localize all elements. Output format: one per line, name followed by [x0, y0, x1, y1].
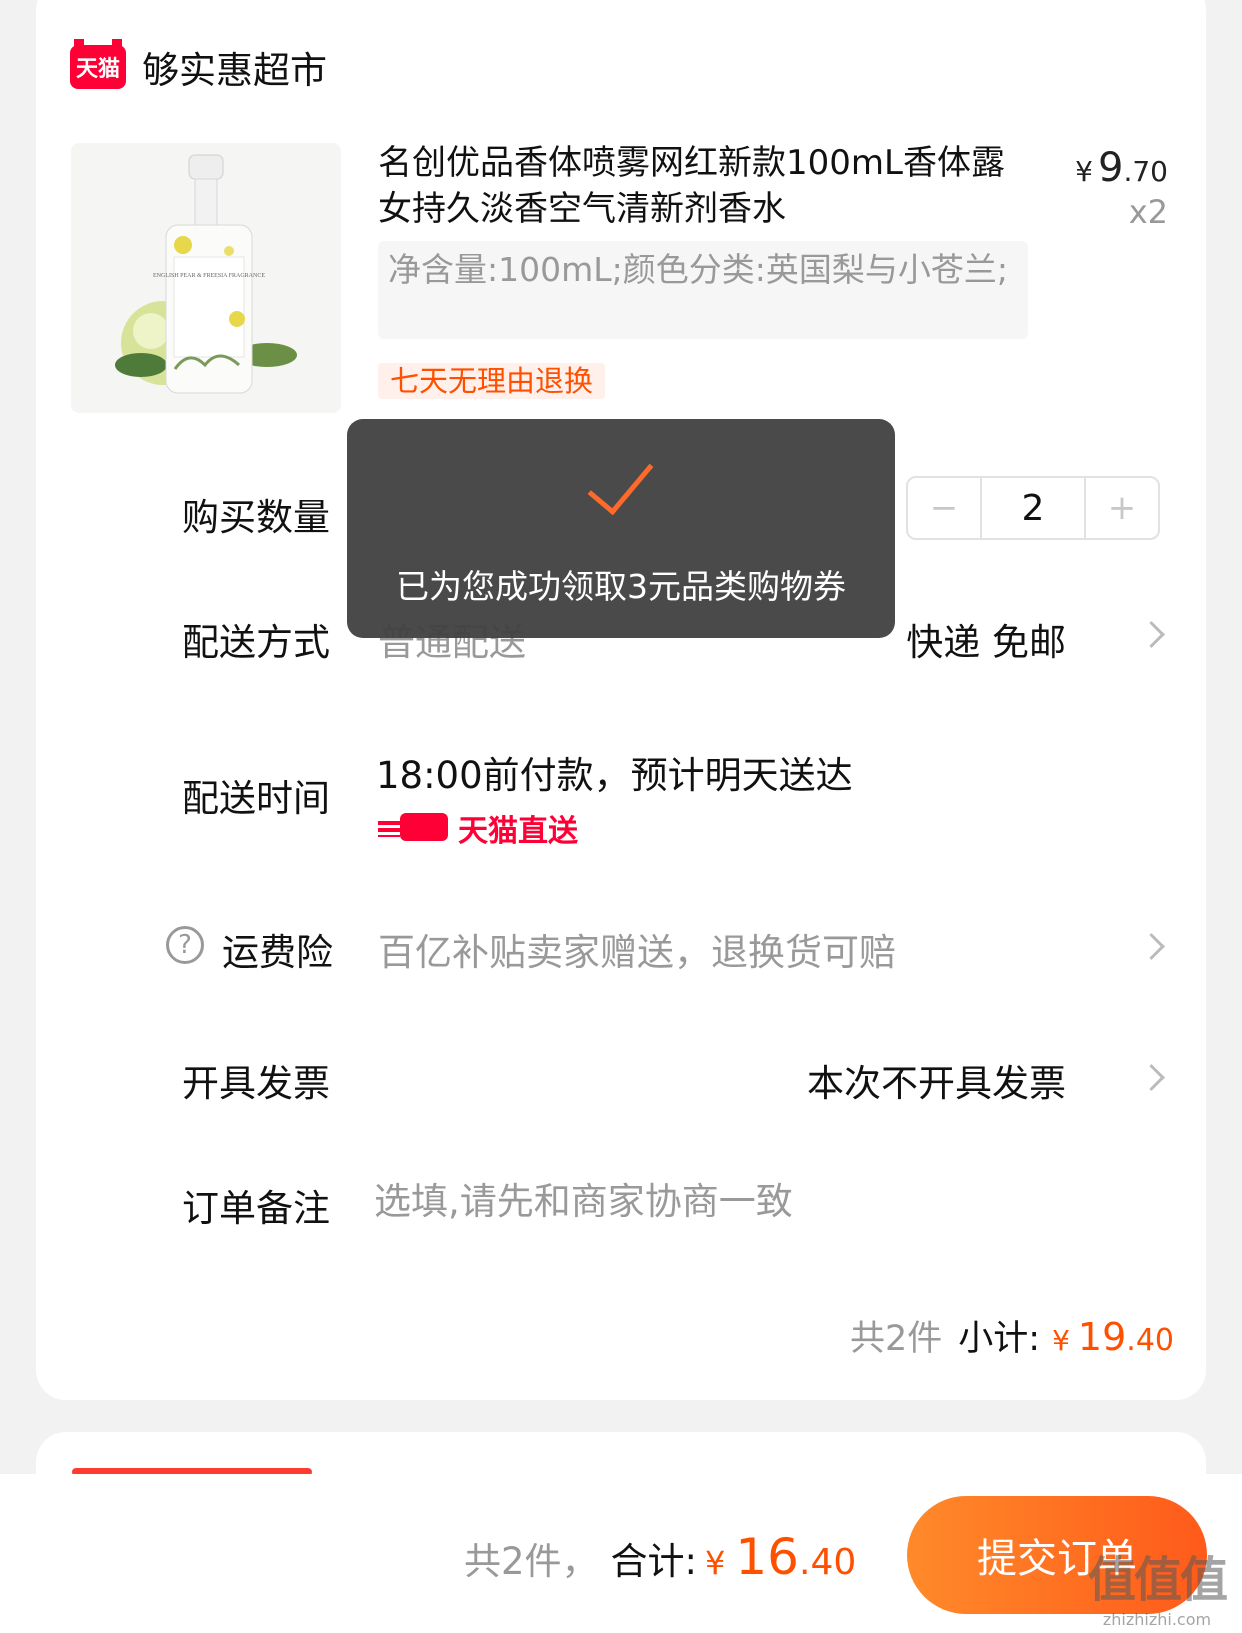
shipping-label: 配送方式 [182, 621, 330, 664]
watermark: 值值值 zhizhizhi.com [1087, 1540, 1228, 1629]
total-label: 合计: [610, 1540, 698, 1583]
quantity-increase-button[interactable]: + [1086, 478, 1158, 538]
help-icon[interactable]: ? [166, 926, 204, 964]
total-count: 共2件， [464, 1540, 599, 1583]
return-policy-badge: 七天无理由退换 [378, 363, 606, 399]
product-title[interactable]: 名创优品香体喷雾网红新款100mL香体露女持久淡香空气清新剂香水 [378, 140, 1028, 232]
subtotal-label: 小计: [958, 1319, 1041, 1359]
quantity-value[interactable]: 2 [980, 478, 1086, 538]
total-summary: 共2件， 合计: ¥ 16.40 [464, 1528, 856, 1586]
tmall-direct-text: 天猫直送 [458, 814, 578, 849]
shop-header[interactable]: 天猫 够实惠超市 [70, 39, 327, 94]
price-decimal: .70 [1123, 155, 1168, 188]
tmall-logo: 天猫 [70, 39, 126, 89]
product-quantity-tag: x2 [1128, 193, 1168, 231]
price-integer: 9 [1098, 145, 1124, 191]
coupon-toast: 已为您成功领取3元品类购物券 [347, 419, 895, 638]
invoice-label: 开具发票 [182, 1062, 330, 1105]
total-integer: 16 [735, 1528, 799, 1586]
quantity-stepper: − 2 + [906, 476, 1160, 540]
tmall-direct-icon [378, 813, 450, 843]
subtotal-decimal: .40 [1126, 1323, 1174, 1358]
insurance-label: 运费险 [222, 931, 333, 974]
insurance-value[interactable]: 百亿补贴卖家赠送，退换货可赔 [378, 922, 896, 976]
order-note-input[interactable] [372, 1172, 1136, 1230]
checkout-bar: 共2件， 合计: ¥ 16.40 提交订单 值值值 zhizhizhi.com [0, 1474, 1242, 1633]
tmall-direct-badge: 天猫直送 [378, 806, 578, 850]
quantity-label: 购买数量 [182, 496, 330, 539]
quantity-decrease-button[interactable]: − [908, 478, 980, 538]
product-price: ¥ 9.70 [1075, 145, 1168, 191]
package-text: ENGLISH PEAR & FREESIA FRAGRANCE [153, 273, 265, 279]
price-currency: ¥ [1075, 155, 1093, 188]
product-image[interactable]: ENGLISH PEAR & FREESIA FRAGRANCE [71, 143, 341, 413]
shipping-method[interactable]: 快递 免邮 [906, 612, 1066, 666]
delivery-time-label: 配送时间 [182, 777, 330, 820]
total-decimal: .40 [799, 1542, 857, 1583]
toast-message: 已为您成功领取3元品类购物券 [396, 567, 846, 606]
invoice-value[interactable]: 本次不开具发票 [807, 1053, 1066, 1107]
tmall-logo-text: 天猫 [75, 57, 120, 82]
perfume-bottle-image: ENGLISH PEAR & FREESIA FRAGRANCE [115, 154, 297, 394]
product-sku[interactable]: 净含量:100mL;颜色分类:英国梨与小苍兰; [378, 241, 1028, 339]
subtotal-currency: ¥ [1052, 1324, 1070, 1357]
order-note-label: 订单备注 [182, 1187, 330, 1230]
checkmark-icon [587, 445, 654, 516]
total-currency: ¥ [705, 1544, 726, 1582]
delivery-time-text: 18:00前付款，预计明天送达 [376, 754, 853, 797]
subtotal-count: 共2件 [850, 1319, 943, 1359]
subtotal: 共2件 小计: ¥ 19.40 [850, 1310, 1174, 1361]
watermark-url: zhizhizhi.com [1102, 1610, 1212, 1629]
shop-name[interactable]: 够实惠超市 [142, 40, 327, 94]
subtotal-integer: 19 [1077, 1315, 1127, 1359]
watermark-logo: 值值值 [1087, 1552, 1228, 1608]
